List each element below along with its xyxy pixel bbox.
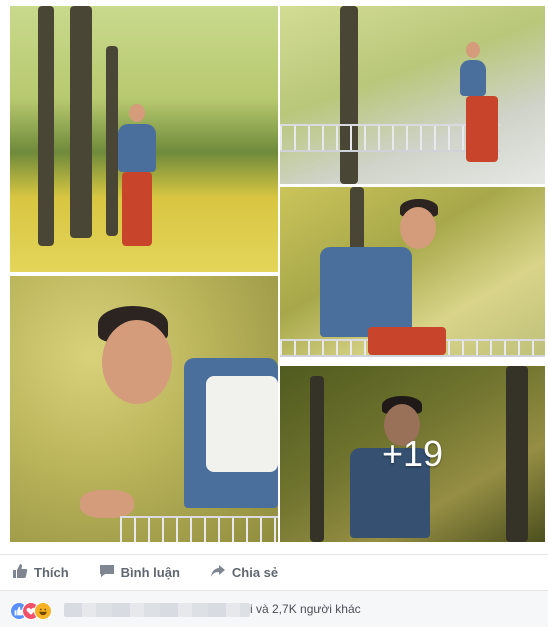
more-photos-count: +19 <box>381 433 444 474</box>
photo-grid: +19 <box>8 6 546 544</box>
person-vest <box>320 247 412 337</box>
tree-trunk <box>106 46 118 236</box>
person-head <box>102 320 172 404</box>
tree-trunk <box>340 6 358 184</box>
reactions-summary[interactable]: i và 2,7K người khác <box>250 602 361 616</box>
photo-closeup-smile[interactable] <box>10 276 278 542</box>
share-button[interactable]: Chia sẻ <box>210 563 278 582</box>
comment-label: Bình luận <box>120 564 180 580</box>
person-hands <box>80 490 134 518</box>
share-arrow-icon <box>210 563 226 582</box>
thumbs-up-icon <box>12 563 28 582</box>
person-head <box>129 104 145 122</box>
reaction-icons[interactable] <box>10 602 66 620</box>
tree-trunk <box>38 6 54 246</box>
railing <box>120 516 278 542</box>
more-photos-overlay[interactable]: +19 <box>280 366 545 542</box>
comment-icon <box>99 563 115 582</box>
reactions-bar[interactable]: i và 2,7K người khác <box>0 590 548 627</box>
photo-portrait-vest[interactable] <box>280 187 545 357</box>
blurred-names <box>64 603 250 617</box>
photo-walking-park[interactable] <box>10 6 278 272</box>
share-label: Chia sẻ <box>231 564 279 580</box>
person-head <box>466 42 480 58</box>
facebook-post: +19 Thích Bình luận Chia sẻ i và 2,7K ng… <box>0 0 548 627</box>
photo-sitting-railing[interactable] <box>280 6 545 184</box>
comment-button[interactable]: Bình luận <box>99 563 180 582</box>
like-button[interactable]: Thích <box>12 563 69 582</box>
haha-icon <box>34 602 52 620</box>
person-pants <box>466 96 498 162</box>
tree-trunk <box>70 6 92 238</box>
person-pants <box>122 172 152 246</box>
person-pants <box>368 327 446 355</box>
post-actions: Thích Bình luận Chia sẻ <box>0 554 548 589</box>
like-label: Thích <box>34 564 69 580</box>
person-head <box>400 207 436 249</box>
person-vest <box>118 124 156 172</box>
person-shirt <box>206 376 278 472</box>
person-vest <box>460 60 486 96</box>
photo-more[interactable]: +19 <box>280 366 545 542</box>
